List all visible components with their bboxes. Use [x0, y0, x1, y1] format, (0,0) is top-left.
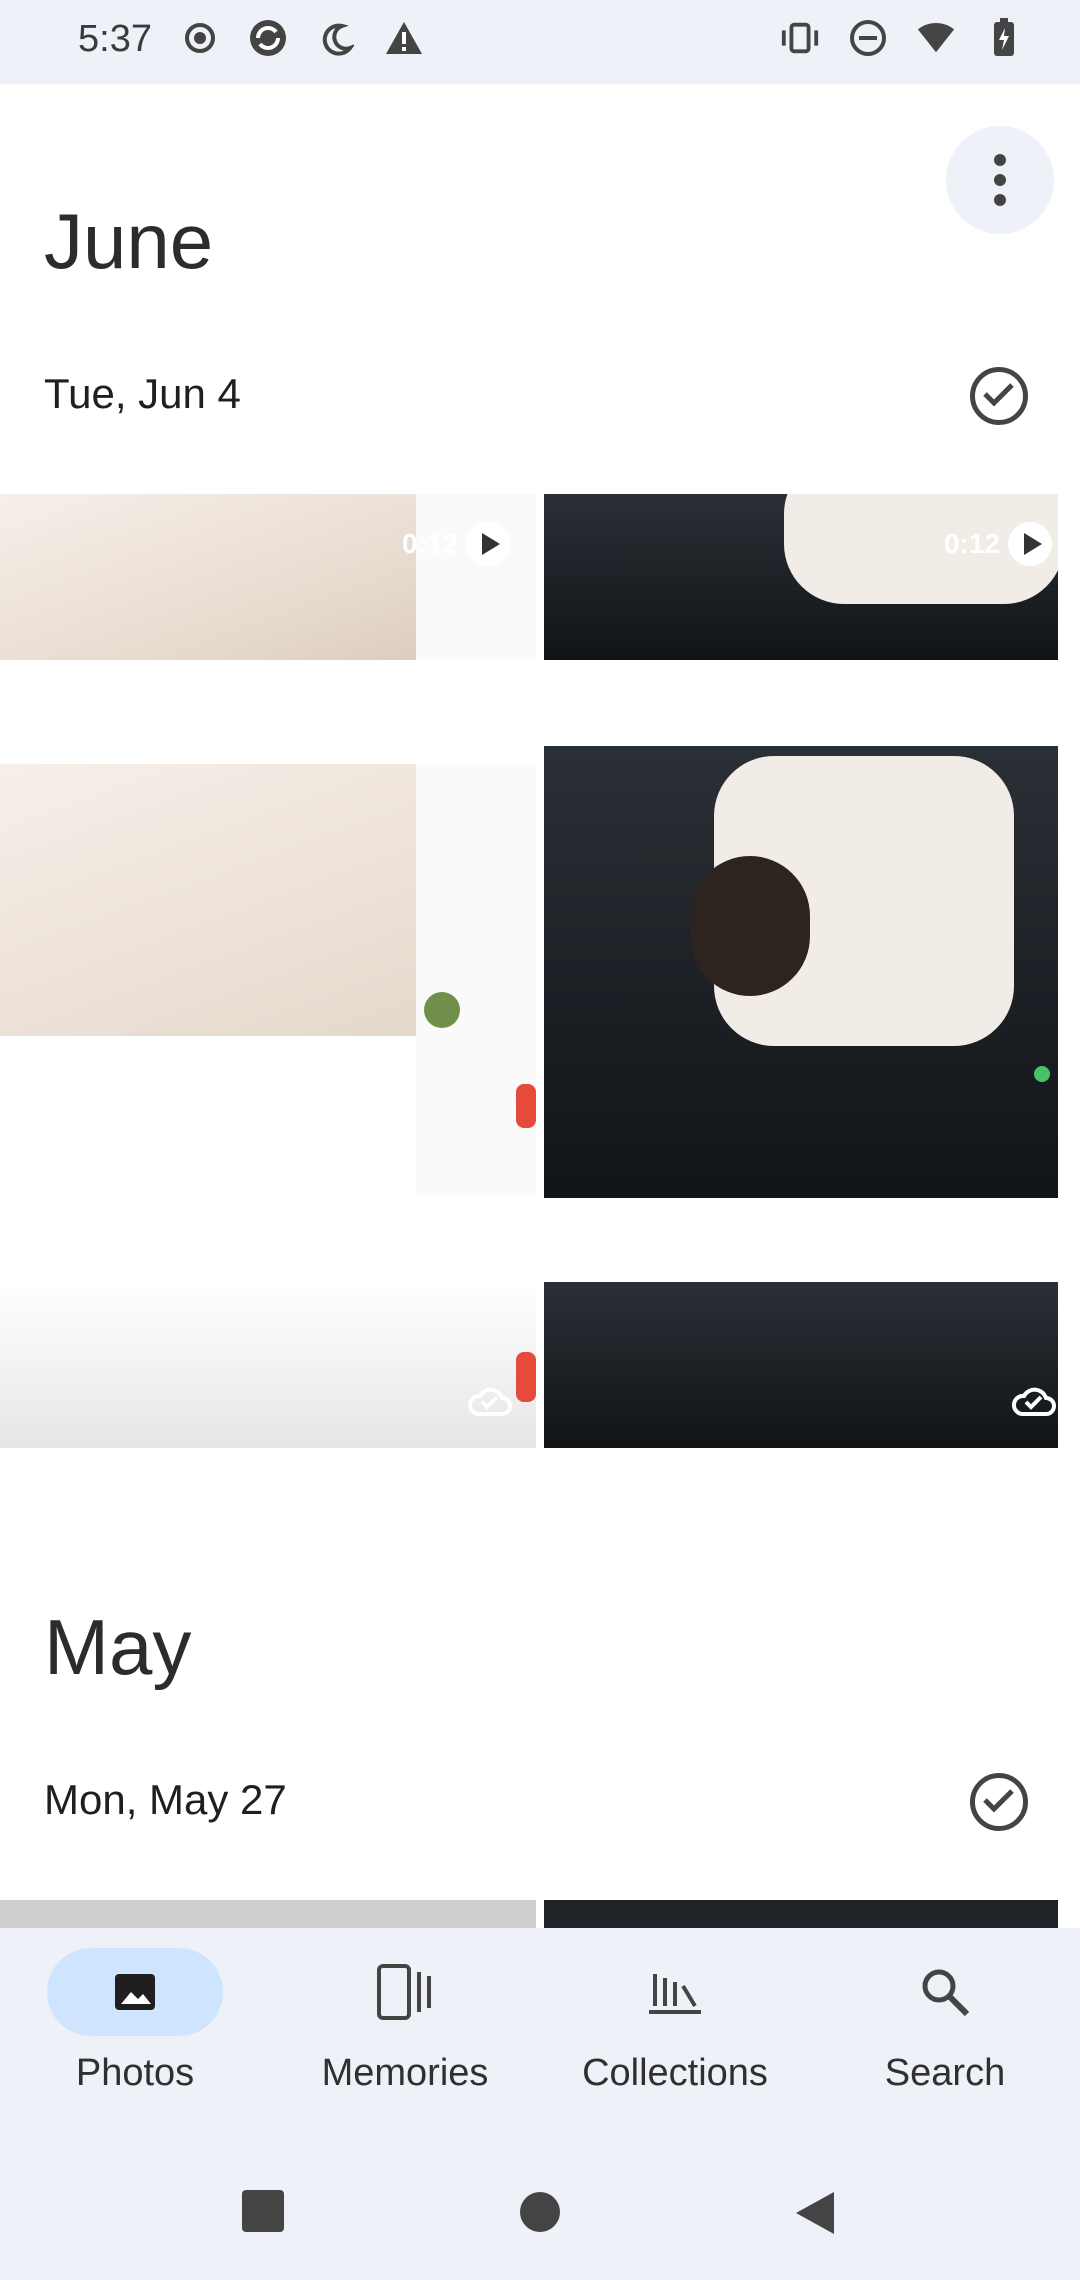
photo-thumbnail[interactable]: [544, 746, 1058, 1198]
nav-item-search[interactable]: Search: [835, 1948, 1055, 2095]
nav-item-label: Search: [884, 2052, 1006, 2094]
nav-item-label: Memories: [321, 2052, 489, 2094]
night-mode-icon: [316, 18, 356, 58]
more-options-button[interactable]: [946, 126, 1054, 234]
back-button[interactable]: [794, 2190, 836, 2241]
vibrate-icon: [780, 18, 820, 58]
back-triangle-icon: [796, 2192, 834, 2234]
photo-thumbnail[interactable]: [544, 1282, 1058, 1448]
select-all-check-icon[interactable]: [970, 1773, 1028, 1831]
cloud-done-icon: [466, 1384, 512, 1416]
photo-thumbnail[interactable]: 0:12: [544, 494, 1058, 660]
square-icon: [242, 2190, 284, 2232]
nav-item-collections[interactable]: Collections: [565, 1948, 785, 2095]
recents-button[interactable]: [242, 2190, 284, 2237]
memories-icon: [377, 1964, 431, 2020]
play-icon: [466, 522, 510, 566]
sync-icon: [248, 18, 288, 58]
record-icon: [180, 18, 220, 58]
date-heading: Tue, Jun 4: [44, 370, 241, 417]
photo-thumbnail[interactable]: [0, 1900, 536, 1928]
play-icon: [1008, 522, 1052, 566]
select-all-check-icon[interactable]: [970, 367, 1028, 425]
photo-thumbnail[interactable]: [544, 1900, 1058, 1928]
more-vert-icon: [994, 154, 1006, 206]
status-bar: 5:37: [0, 0, 1080, 84]
warning-icon: [384, 18, 424, 58]
home-button[interactable]: [518, 2190, 562, 2239]
home-circle-icon: [520, 2192, 560, 2232]
photo-thumbnail[interactable]: 0:12: [0, 494, 536, 660]
date-heading: Mon, May 27: [44, 1776, 287, 1823]
video-duration: 0:12: [944, 528, 1001, 559]
photo-icon: [115, 1974, 155, 2010]
nav-item-photos[interactable]: Photos: [25, 1948, 245, 2095]
dnd-icon: [848, 18, 888, 58]
system-navigation: [0, 2190, 1080, 2250]
nav-item-label: Collections: [582, 2052, 768, 2094]
wifi-icon: [916, 18, 956, 58]
cloud-done-icon: [1010, 1384, 1056, 1416]
photo-thumbnail[interactable]: [0, 1282, 536, 1448]
month-heading: June: [44, 197, 214, 285]
search-icon: [922, 1969, 970, 2017]
collections-icon: [649, 1974, 701, 2014]
video-duration: 0:12: [402, 528, 459, 559]
status-time: 5:37: [78, 18, 152, 60]
nav-item-label: Photos: [75, 2052, 195, 2094]
battery-icon: [984, 18, 1024, 58]
nav-item-memories[interactable]: Memories: [295, 1948, 515, 2095]
month-heading: May: [44, 1603, 192, 1691]
photo-thumbnail[interactable]: [0, 764, 536, 1196]
